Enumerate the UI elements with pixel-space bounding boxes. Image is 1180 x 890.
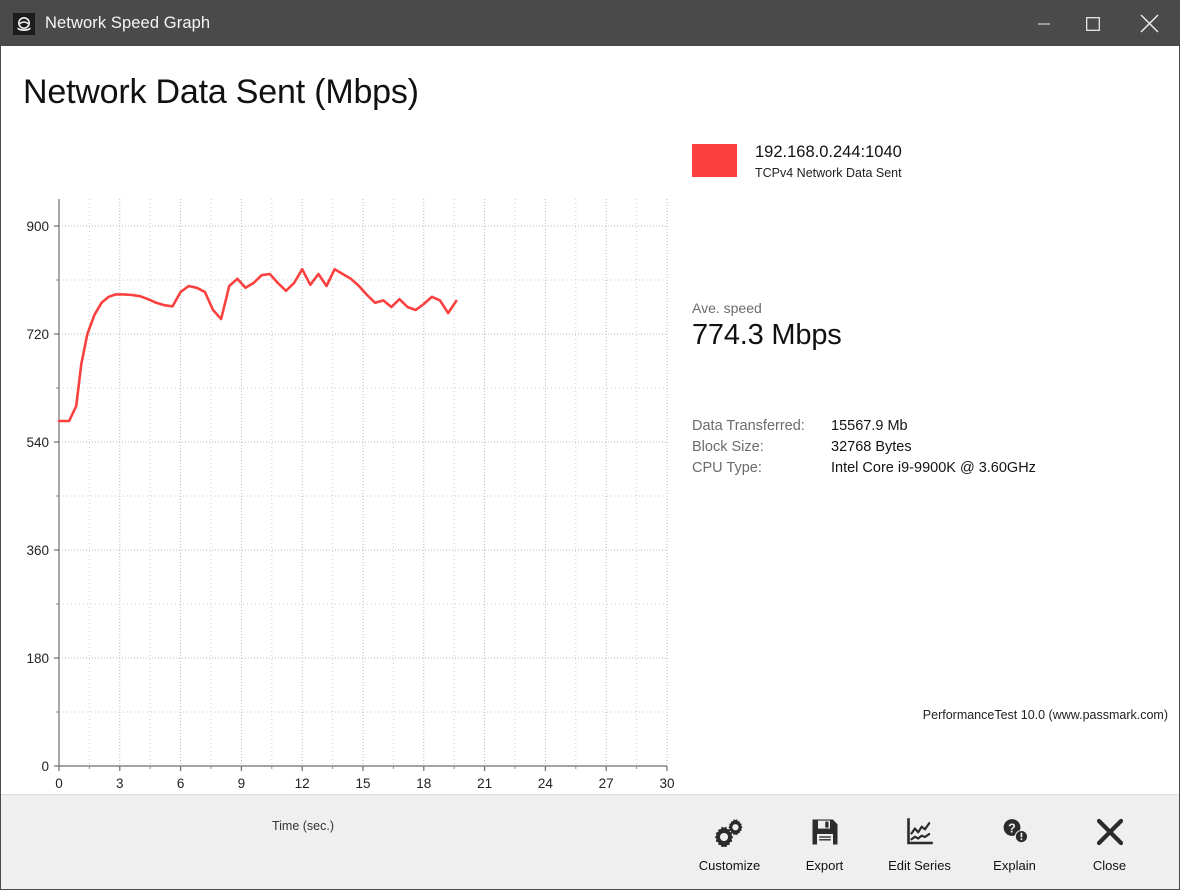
network-speed-graph-window: Network Speed Graph Network Data Sent (M… [0,0,1180,890]
average-speed-block: Ave. speed 774.3 Mbps [692,300,1162,352]
x-tick-label: 18 [416,776,431,791]
main-content: Network Data Sent (Mbps) 0 180 360 540 720 90… [1,46,1179,833]
toolbar-button-customize[interactable]: Customize [682,803,777,881]
x-tick-label: 15 [355,776,370,791]
stat-row: Block Size: 32768 Bytes [692,437,1162,458]
legend-color-swatch [692,144,737,177]
x-tick-label: 6 [177,776,185,791]
series-line [57,267,458,423]
x-tick-label: 27 [599,776,614,791]
stat-row: Data Transferred: 15567.9 Mb [692,416,1162,437]
stats-list: Data Transferred: 15567.9 Mb Block Size: 32… [692,416,1162,479]
x-tick-label: 24 [538,776,554,791]
x-tick-label: 21 [477,776,492,791]
stat-key: Block Size: [692,439,764,456]
x-tick-label: 3 [116,776,124,791]
page-title: Network Data Sent (Mbps) [23,73,419,111]
title-bar: Network Speed Graph [1,1,1179,46]
close-x-icon [1095,812,1125,852]
y-tick-label: 180 [26,651,49,666]
question-info-icon: ? [1000,812,1030,852]
stat-value: 32768 Bytes [831,439,912,456]
toolbar-button-label: Customize [698,857,761,873]
x-tick-label: 12 [295,776,310,791]
x-tick-label: 30 [659,776,674,791]
toolbar-button-label: Edit Series [888,857,951,873]
y-tick-label: 360 [26,543,49,558]
toolbar-button-label: Export [805,857,844,873]
toolbar-button-export[interactable]: Export [777,803,872,881]
legend-text-block: 192.168.0.244:1040 TCPv4 Network Data Se… [755,141,902,180]
y-tick-label: 540 [26,435,49,450]
average-speed-label: Ave. speed [692,300,762,317]
y-tick-label: 0 [41,759,49,774]
legend-series-address: 192.168.0.244:1040 [755,143,902,161]
window-title: Network Speed Graph [45,14,211,32]
app-logo-icon [13,12,35,35]
chart-legend: 192.168.0.244:1040 TCPv4 Network Data Se… [692,141,1162,180]
toolbar-button-label: Explain [993,857,1036,873]
details-panel: 192.168.0.244:1040 TCPv4 Network Data Se… [692,141,1162,479]
toolbar-button-label: Close [1092,857,1127,873]
x-axis-title-text: Time (sec.) [271,819,335,833]
toolbar-button-explain[interactable]: ? Explain [967,803,1062,881]
stat-row: CPU Type: Intel Core i9-9900K @ 3.60GHz [692,458,1162,479]
stat-value: 15567.9 Mb [831,418,908,435]
product-footer-note: PerformanceTest 10.0 (www.passmark.com) [922,708,1168,722]
window-controls [1021,1,1179,46]
chart-canvas: 0 180 360 540 720 900 0 3 6 9 12 15 18 21 24 27 30 [26,199,675,791]
legend-series-description: TCPv4 Network Data Sent [755,166,902,181]
gears-icon [714,812,745,852]
average-speed-value: 774.3 Mbps [692,319,842,352]
y-tick-label: 720 [26,327,49,342]
svg-text:?: ? [1008,821,1016,835]
stat-key: CPU Type: [692,460,762,477]
x-axis-title: Time (sec.) [1,819,681,833]
toolbar-button-close[interactable]: Close [1062,803,1157,881]
toolbar-button-edit-series[interactable]: Edit Series [872,803,967,881]
network-speed-chart: 0 180 360 540 720 900 0 3 6 9 12 15 18 21 24 27 30 Time … [1,141,681,833]
stat-value: Intel Core i9-9900K @ 3.60GHz [831,460,1036,477]
line-chart-icon [905,812,935,852]
minimize-button[interactable] [1021,1,1067,46]
y-tick-label: 900 [26,219,49,234]
close-window-button[interactable] [1119,1,1179,46]
maximize-button[interactable] [1067,1,1119,46]
x-tick-label: 9 [238,776,246,791]
floppy-disk-icon [811,812,839,852]
stat-key: Data Transferred: [692,418,805,435]
x-tick-label: 0 [55,776,63,791]
